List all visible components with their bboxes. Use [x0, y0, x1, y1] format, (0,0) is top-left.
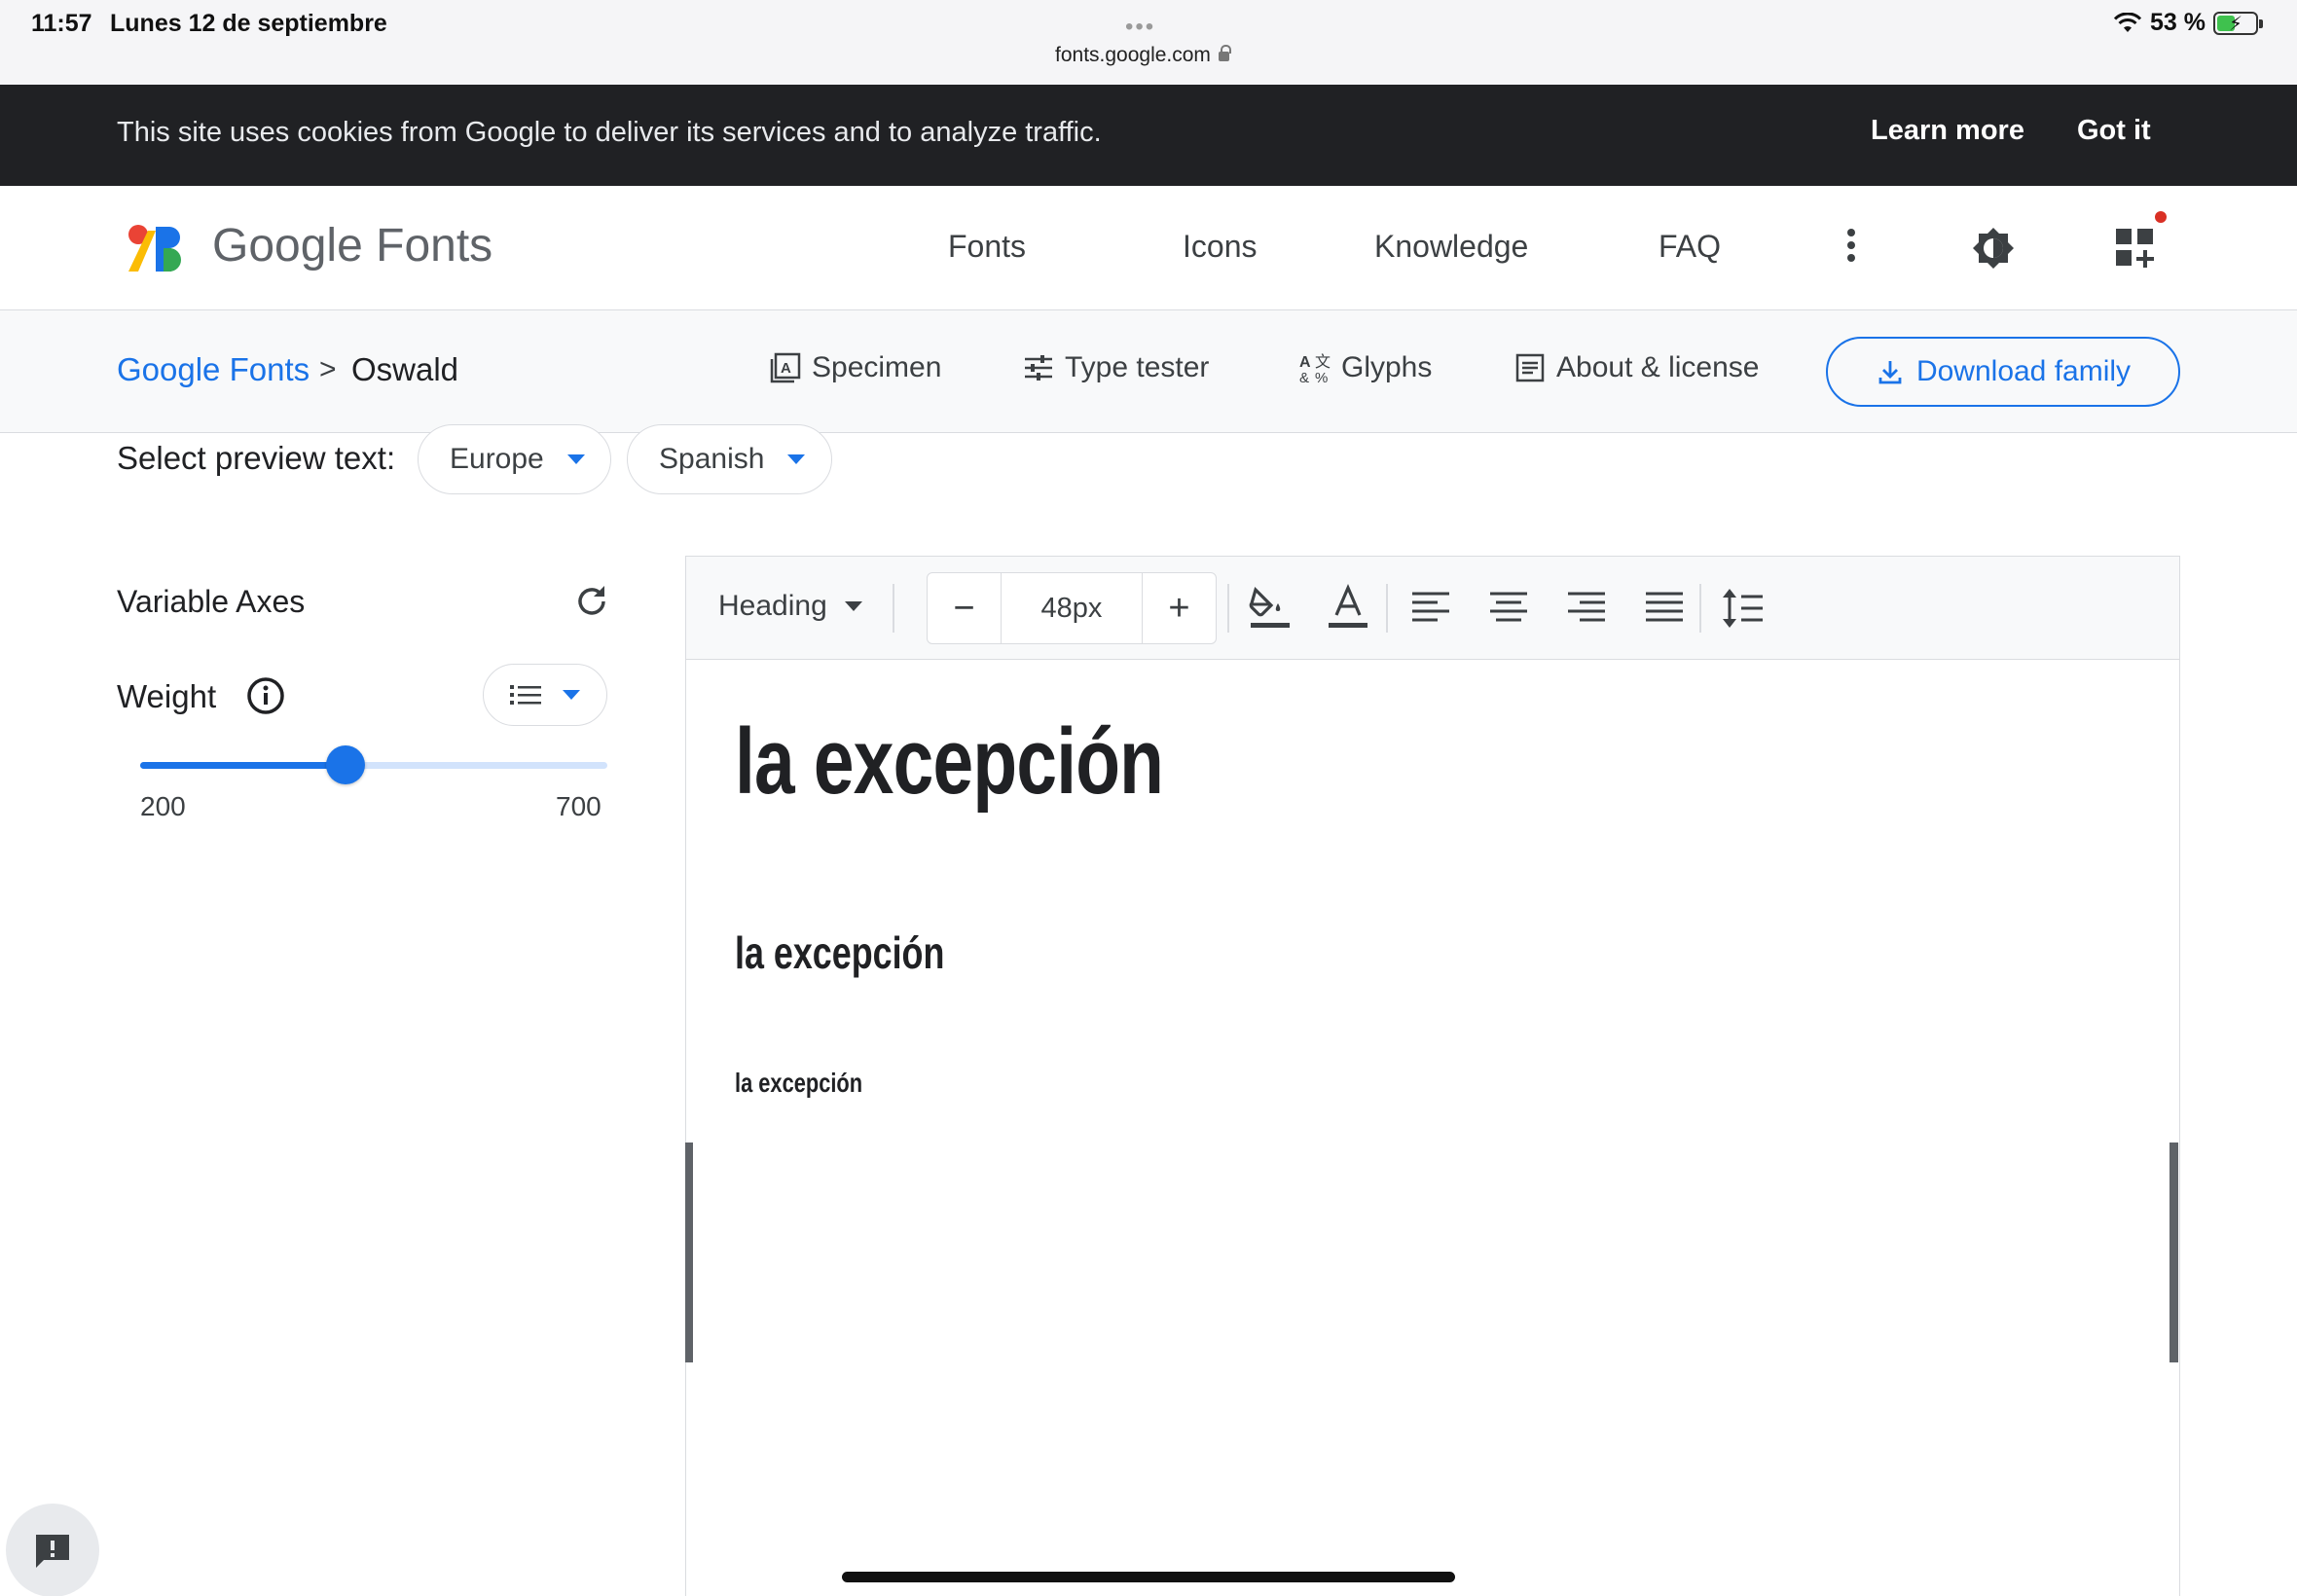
wifi-icon [2113, 12, 2142, 32]
toolbar-divider [1227, 584, 1229, 633]
battery-percent: 53 % [2150, 9, 2206, 36]
language-select[interactable]: Spanish [627, 424, 832, 494]
notification-dot [2155, 211, 2167, 223]
got-it-button[interactable]: Got it [2077, 115, 2151, 147]
download-family-button[interactable]: Download family [1826, 337, 2180, 407]
tab-glyphs-label: Glyphs [1341, 351, 1433, 383]
list-icon [510, 685, 541, 705]
download-family-label: Download family [1915, 355, 2132, 387]
axis-values-dropdown[interactable] [483, 664, 607, 726]
feedback-icon [36, 1535, 69, 1568]
sample-text-large[interactable]: la excepción [735, 708, 1164, 816]
home-indicator[interactable] [842, 1572, 1455, 1582]
chevron-down-icon [787, 454, 806, 464]
cookie-banner: This site uses cookies from Google to de… [0, 85, 2297, 186]
google-fonts-logo-icon[interactable] [127, 223, 189, 273]
sample-text-small[interactable]: la excepción [735, 1068, 862, 1099]
breadcrumb-separator: > [319, 353, 337, 385]
nav-faq[interactable]: FAQ [1659, 229, 1721, 265]
download-icon [1878, 361, 1902, 384]
language-value: Spanish [659, 443, 765, 475]
font-size-input[interactable]: 48px [1002, 573, 1142, 643]
nav-icons[interactable]: Icons [1183, 229, 1257, 265]
svg-text:A: A [1299, 354, 1311, 371]
breadcrumb-current: Oswald [351, 351, 459, 387]
right-resize-handle[interactable] [2169, 1143, 2178, 1362]
tab-type-tester[interactable]: Type tester [1022, 351, 1209, 384]
battery-icon: ⚡ [2213, 11, 2263, 35]
text-style-value: Heading [718, 590, 827, 622]
tab-about-license[interactable]: About & license [1513, 351, 1759, 384]
left-resize-handle[interactable] [685, 1143, 693, 1362]
align-left-icon[interactable] [1406, 582, 1455, 635]
toolbar-divider [1699, 584, 1701, 633]
multitasking-dots-icon[interactable]: ••• [1125, 14, 1155, 41]
toolbar-divider [1386, 584, 1388, 633]
text-style-select[interactable]: Heading [718, 590, 862, 623]
specimen-icon: A [770, 352, 801, 383]
tab-specimen-label: Specimen [812, 351, 942, 383]
align-center-icon[interactable] [1484, 582, 1533, 635]
glyphs-icon: A 文&% [1299, 353, 1331, 384]
chevron-down-icon [563, 690, 580, 700]
ios-status-bar: 11:57 Lunes 12 de septiembre ••• fonts.g… [0, 0, 2297, 85]
background-color-icon[interactable] [1246, 582, 1294, 635]
preview-text-label: Select preview text: [117, 440, 396, 476]
tab-about-license-label: About & license [1556, 351, 1760, 383]
align-justify-icon[interactable] [1640, 582, 1689, 635]
top-navigation: Google Fonts Fonts Icons Knowledge FAQ [0, 186, 2297, 310]
family-subnav: Google Fonts > Oswald A Specimen Type te… [0, 310, 2297, 433]
weight-max-value: 700 [556, 791, 602, 821]
feedback-button[interactable] [6, 1504, 99, 1596]
region-select[interactable]: Europe [418, 424, 611, 494]
learn-more-link[interactable]: Learn more [1871, 115, 2024, 147]
weight-min-value: 200 [140, 791, 186, 821]
chevron-down-icon [566, 454, 585, 464]
nav-fonts[interactable]: Fonts [948, 229, 1026, 265]
breadcrumb-root-link[interactable]: Google Fonts [117, 351, 310, 388]
type-tester-toolbar: Heading − 48px + [686, 557, 2179, 660]
cookie-message: This site uses cookies from Google to de… [117, 117, 1102, 148]
nav-knowledge[interactable]: Knowledge [1374, 229, 1528, 265]
svg-text:文: 文 [1315, 353, 1331, 371]
align-right-icon[interactable] [1562, 582, 1611, 635]
article-icon [1515, 353, 1545, 382]
weight-slider-thumb[interactable] [326, 745, 366, 784]
weight-axis-label: Weight [117, 678, 217, 714]
weight-slider-fill [140, 762, 346, 769]
sample-text-medium[interactable]: la excepción [735, 926, 944, 979]
info-icon[interactable] [245, 675, 286, 716]
more-vert-icon[interactable] [1845, 229, 1857, 268]
status-date: Lunes 12 de septiembre [110, 10, 387, 37]
svg-text:&: & [1299, 370, 1309, 384]
tune-icon [1025, 355, 1052, 381]
line-height-icon[interactable] [1718, 582, 1767, 635]
svg-text:%: % [1315, 370, 1328, 384]
text-color-icon[interactable] [1324, 582, 1372, 635]
lock-icon [1218, 45, 1231, 61]
reset-icon[interactable] [572, 582, 611, 621]
type-tester-panel: Heading − 48px + la excepción la excepci… [685, 556, 2180, 1596]
apps-add-icon[interactable] [2112, 225, 2159, 272]
chevron-down-icon [844, 601, 862, 611]
decrease-size-button[interactable]: − [928, 573, 1002, 643]
site-logo-text[interactable]: Google Fonts [212, 219, 492, 272]
variable-axes-title: Variable Axes [117, 584, 306, 619]
svg-text:A: A [781, 360, 791, 377]
tab-glyphs[interactable]: A 文 &% Glyphs [1298, 351, 1432, 384]
tab-type-tester-label: Type tester [1065, 351, 1210, 383]
weight-slider[interactable] [140, 745, 607, 784]
theme-toggle-icon[interactable] [1972, 227, 2015, 270]
toolbar-divider [893, 584, 894, 633]
status-time: 11:57 [31, 10, 92, 37]
address-bar[interactable]: fonts.google.com [1055, 44, 1231, 67]
font-size-stepper: − 48px + [927, 572, 1217, 644]
tab-specimen[interactable]: A Specimen [769, 351, 941, 384]
url-text: fonts.google.com [1055, 44, 1211, 66]
region-value: Europe [450, 443, 544, 475]
increase-size-button[interactable]: + [1142, 573, 1216, 643]
